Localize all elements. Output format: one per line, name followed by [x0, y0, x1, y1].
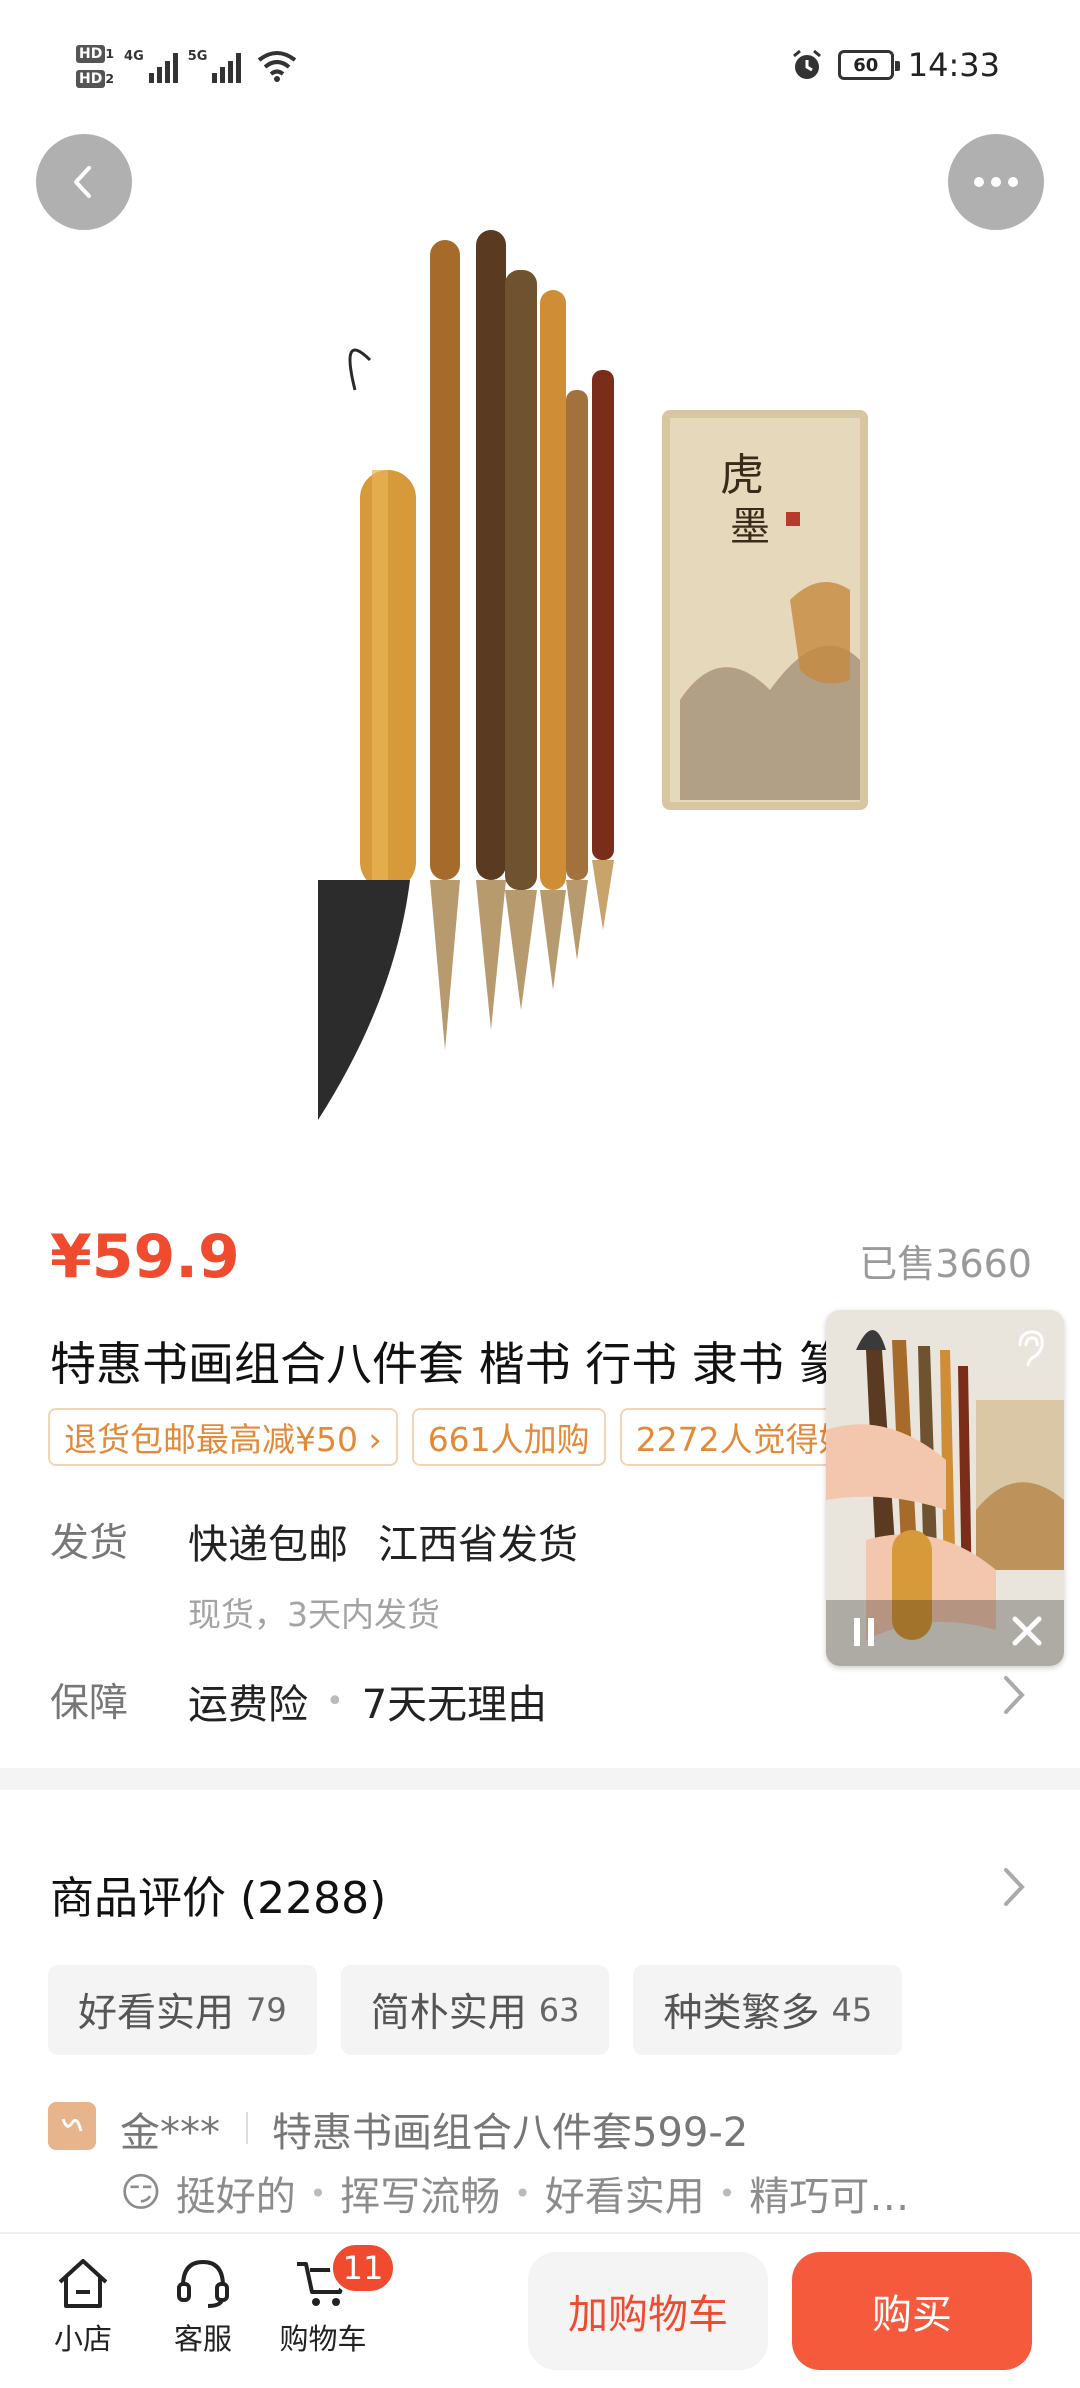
review-tags: 好看实用 79 简朴实用 63 种类繁多 45 [48, 1965, 903, 2055]
review-sku: 特惠书画组合八件套599-2 [272, 2110, 749, 2156]
shipping-method: 快递包邮 [188, 1522, 348, 1568]
status-right: 60 14:33 [790, 40, 1000, 90]
promo-tags: 退货包邮最高减¥50 › 661人加购 2272人觉得好 [48, 1408, 848, 1468]
bottom-action-bar: 小店 客服 购物车 11 加购物车 购买 [0, 2232, 1080, 2388]
review-tag-text: 挺好的 [175, 2174, 296, 2220]
network-4g-label: 4G [124, 49, 144, 64]
section-divider [0, 1768, 1080, 1790]
review-tag-label: 好看实用 [78, 1991, 235, 2036]
promo-tag-added: 661人加购 [411, 1408, 606, 1466]
user-avatar-icon [61, 2118, 83, 2132]
shipping-info[interactable]: 快递包邮 江西省发货 [188, 1512, 578, 1570]
review-username: 金*** [120, 2110, 220, 2156]
promo-tag-shipping[interactable]: 退货包邮最高减¥50 › [48, 1408, 398, 1466]
more-dots-icon [974, 177, 1018, 187]
review-tag-label: 简朴实用 [370, 1991, 527, 2036]
review-emoji: 😏 [120, 2170, 162, 2216]
sold-count: 已售3660 [859, 1242, 1032, 1286]
product-image[interactable]: 虎 墨 [0, 0, 1080, 1170]
cart-count-badge: 11 [330, 2242, 396, 2294]
promo-tag-liked: 2272人觉得好 [619, 1408, 848, 1466]
wifi-icon [258, 51, 297, 82]
buy-button[interactable]: 购买 [792, 2252, 1032, 2370]
video-preview[interactable] [826, 1310, 1064, 1666]
review-separator [246, 2112, 248, 2144]
product-price: ¥59.9 [50, 1222, 240, 1292]
review-tag-count: 63 [538, 1991, 580, 2029]
chevron-right-icon[interactable] [1002, 1672, 1028, 1718]
network-5g-label: 5G [187, 49, 208, 64]
hd1-label: HD [76, 45, 106, 63]
review-dot: • [718, 2176, 736, 2210]
home-icon [58, 2259, 108, 2308]
nav-shop[interactable]: 小店 [28, 2256, 138, 2358]
status-bar: HD 1 HD 2 4G 5G 60 14:33 [0, 0, 1080, 130]
nav-cart-label: 购物车 [279, 2322, 367, 2356]
large-brush [318, 348, 416, 1120]
battery-level: 60 [853, 54, 879, 76]
reviews-chevron-right-icon[interactable] [1002, 1864, 1028, 1910]
hd2-label: HD [76, 70, 106, 88]
guarantee-separator: • [326, 1683, 344, 1719]
guarantee-item-return: 7天无理由 [361, 1682, 548, 1728]
guarantee-label: 保障 [50, 1681, 129, 1726]
review-dot: • [514, 2176, 531, 2210]
svg-text:墨: 墨 [730, 504, 770, 550]
avatar [48, 2102, 96, 2150]
review-tag[interactable]: 简朴实用 63 [340, 1965, 610, 2055]
nav-cart[interactable]: 购物车 11 [268, 2242, 396, 2358]
review-tag[interactable]: 种类繁多 45 [633, 1965, 903, 2055]
product-title[interactable]: 特惠书画组合八件套 楷书 行书 隶书 篆书 [50, 1328, 840, 1394]
guarantee-info[interactable]: 运费险 • 7天无理由 [188, 1672, 547, 1730]
ear-icon[interactable] [1012, 1328, 1046, 1368]
review-tag-text: 挥写流畅 [340, 2174, 501, 2220]
signal-4g-icon: 4G [124, 49, 178, 83]
close-icon[interactable] [1010, 1614, 1044, 1648]
signal-5g-icon: 5G [188, 49, 242, 83]
clock: 14:33 [907, 46, 1000, 84]
headset-icon [177, 2259, 229, 2308]
nav-service-label: 客服 [173, 2322, 232, 2356]
brushes [430, 230, 614, 1050]
review-tag[interactable]: 好看实用 79 [48, 1965, 317, 2055]
back-button[interactable] [36, 134, 132, 230]
hd-indicator: HD 1 HD 2 [76, 44, 114, 88]
shipping-origin: 江西省发货 [378, 1522, 578, 1568]
add-to-cart-button[interactable]: 加购物车 [528, 2252, 768, 2370]
svg-text:虎: 虎 [720, 450, 764, 501]
review-tag-label: 种类繁多 [663, 1991, 820, 2036]
nav-service[interactable]: 客服 [148, 2256, 258, 2358]
guarantee-item-freight: 运费险 [188, 1682, 308, 1728]
hd2-sub: 2 [105, 71, 115, 86]
reviews-title[interactable]: 商品评价 (2288) [50, 1862, 386, 1926]
review-tag-text: 好看实用 [544, 2174, 705, 2220]
more-button[interactable] [948, 134, 1044, 230]
review-tag-count: 45 [831, 1991, 873, 2029]
chevron-left-icon [74, 166, 91, 198]
ink-box: 虎 墨 [662, 410, 868, 810]
shipping-label: 发货 [50, 1521, 129, 1566]
review-tag-count: 79 [246, 1991, 287, 2029]
review-content[interactable]: 😏 挺好的 • 挥写流畅 • 好看实用 • 精巧可… [120, 2164, 1000, 2222]
nav-shop-label: 小店 [53, 2322, 112, 2356]
review-dot: • [309, 2176, 327, 2210]
brush-set-illustration: 虎 墨 [318, 230, 868, 1120]
shipping-note: 现货，3天内发货 [188, 1595, 440, 1634]
alarm-icon [792, 49, 821, 79]
pause-icon[interactable] [850, 1616, 880, 1648]
review-tag-text: 精巧可… [749, 2174, 910, 2220]
battery-icon: 60 [837, 50, 900, 80]
hd1-sub: 1 [105, 46, 115, 61]
status-left: HD 1 HD 2 4G 5G [76, 36, 297, 96]
